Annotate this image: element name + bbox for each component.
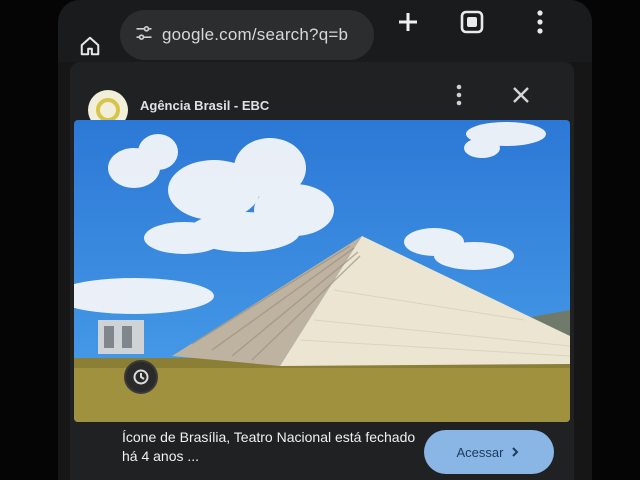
phone-screen: google.com/search?q=b Agência Brasil - E… (58, 0, 592, 480)
lens-icon[interactable] (124, 360, 158, 394)
headline[interactable]: Ícone de Brasília, Teatro Nacional está … (122, 428, 422, 466)
visit-button[interactable]: Acessar (424, 430, 554, 474)
close-icon[interactable] (506, 80, 536, 110)
tune-icon[interactable] (134, 23, 154, 48)
chevron-right-icon (512, 447, 519, 457)
address-bar[interactable]: google.com/search?q=b (120, 10, 374, 60)
tabs-icon[interactable] (456, 6, 488, 38)
visit-label: Acessar (456, 444, 504, 460)
plus-icon[interactable] (392, 6, 424, 38)
source-name[interactable]: Agência Brasil - EBC (140, 98, 269, 113)
browser-toolbar: google.com/search?q=b (58, 0, 592, 62)
more-vert-icon[interactable] (444, 80, 474, 110)
home-icon[interactable] (76, 32, 104, 60)
more-vert-icon[interactable] (524, 6, 556, 38)
image-preview-card: Agência Brasil - EBC Ícone de Brasília, … (70, 62, 574, 480)
url-text: google.com/search?q=b (162, 25, 349, 44)
